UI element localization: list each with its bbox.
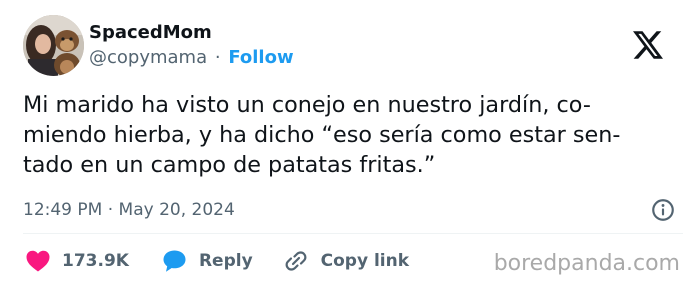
- display-name[interactable]: SpacedMom: [89, 21, 294, 45]
- link-icon: [285, 251, 307, 271]
- tweet-line: miendo hierba, y ha dicho “eso sería com…: [23, 122, 621, 148]
- copy-link-button[interactable]: Copy link: [283, 248, 409, 274]
- divider: [23, 233, 683, 234]
- info-icon[interactable]: [650, 197, 676, 223]
- tweet-time: 12:49 PM: [23, 200, 103, 220]
- avatar[interactable]: [23, 15, 84, 76]
- handle-row: @copymama · Follow: [89, 45, 294, 71]
- follow-button[interactable]: Follow: [228, 47, 293, 68]
- user-handle[interactable]: @copymama: [89, 47, 207, 68]
- like-count: 173.9K: [62, 251, 129, 271]
- copy-link-label: Copy link: [320, 251, 410, 271]
- tweet-timestamp[interactable]: 12:49 PM · May 20, 2024: [23, 199, 235, 221]
- watermark: boredpanda.com: [493, 251, 680, 276]
- tweet-line: tado en un campo de patatas fritas.”: [23, 152, 436, 178]
- user-info: SpacedMom @copymama · Follow: [89, 21, 294, 71]
- heart-icon: [26, 250, 50, 272]
- x-logo-icon[interactable]: [633, 31, 663, 59]
- reply-label: Reply: [198, 251, 253, 271]
- avatar-photo-icon: [23, 15, 84, 76]
- tweet-header: SpacedMom @copymama · Follow: [23, 15, 683, 79]
- tweet-line: Mi marido ha visto un conejo en nuestro …: [23, 92, 591, 118]
- tweet-text: Mi marido ha visto un conejo en nuestro …: [23, 90, 683, 180]
- like-button[interactable]: 173.9K: [26, 250, 129, 272]
- timestamp-separator: ·: [107, 200, 114, 220]
- speech-bubble-icon: [163, 250, 186, 272]
- tweet-date: May 20, 2024: [118, 200, 235, 220]
- handle-separator: ·: [214, 47, 221, 68]
- action-bar: 173.9K Reply Copy link: [23, 247, 409, 275]
- reply-button[interactable]: Reply: [162, 249, 253, 273]
